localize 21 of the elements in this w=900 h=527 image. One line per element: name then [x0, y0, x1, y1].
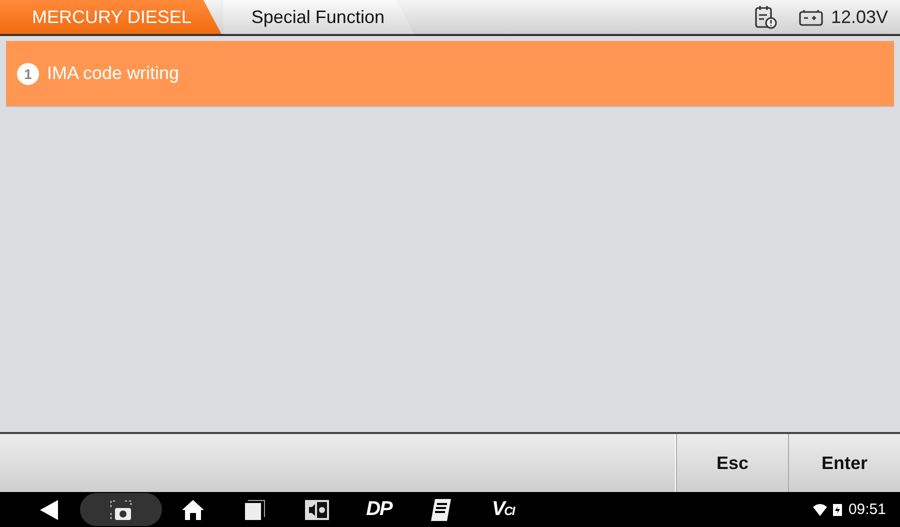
voltage-reading: 12.03V — [830, 6, 888, 28]
back-icon — [40, 500, 58, 520]
function-list-item[interactable]: 1 IMA code writing — [6, 41, 894, 107]
vci-logo: VCI — [492, 498, 514, 521]
nav-button[interactable]: DP — [348, 493, 410, 526]
nav-button[interactable]: VCI — [472, 493, 534, 526]
calendar-alert-icon — [754, 5, 777, 29]
breadcrumb-tab[interactable]: Special Function — [223, 0, 414, 34]
recent-apps-icon — [245, 500, 265, 520]
wifi-icon — [813, 504, 828, 516]
nav-button[interactable] — [80, 493, 162, 526]
camera-icon — [109, 498, 133, 520]
item-number: 1 — [17, 62, 39, 84]
document-icon — [431, 498, 451, 520]
brightness-icon — [305, 500, 329, 520]
clock-time: 09:51 — [848, 501, 886, 518]
battery-icon — [798, 8, 823, 26]
home-icon — [182, 500, 204, 520]
item-label: IMA code writing — [47, 63, 180, 84]
battery-charging-icon — [833, 503, 842, 516]
dp-logo: DP — [366, 498, 392, 521]
